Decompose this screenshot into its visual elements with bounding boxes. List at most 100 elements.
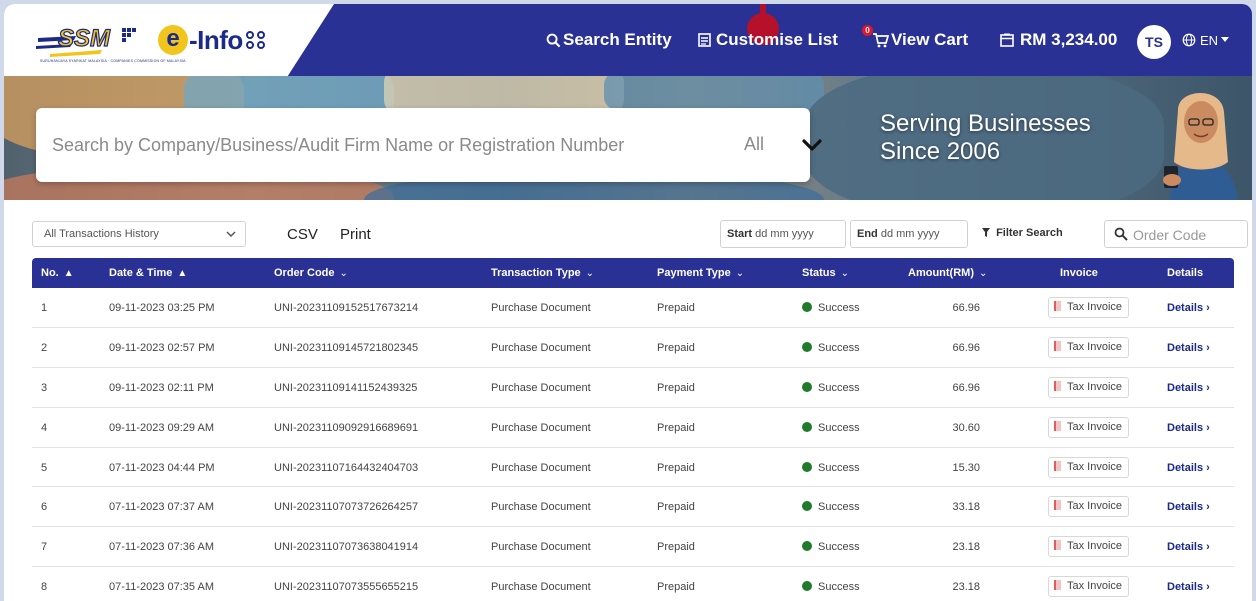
cell-no: 6 — [41, 501, 48, 514]
wallet-balance[interactable]: RM 3,234.00 — [1000, 4, 1117, 76]
logo-area: SSM SURUHANJAYA SYARIKAT MALAYSIA · COMP… — [4, 4, 334, 76]
nav-view-cart[interactable]: 0 View Cart — [862, 4, 968, 76]
table-row[interactable]: 3 09-11-2023 02:11 PM UNI-20231109141152… — [32, 368, 1234, 408]
details-link[interactable]: Details › — [1167, 541, 1210, 553]
cell-amount: 23.18 — [952, 581, 980, 594]
col-header-date[interactable]: Date & Time ▲ — [109, 267, 187, 279]
wallet-balance-value: RM 3,234.00 — [1020, 30, 1118, 49]
cell-payment-type: Prepaid — [657, 581, 695, 594]
chevron-down-icon[interactable] — [800, 135, 824, 155]
pdf-icon — [1054, 340, 1061, 351]
pdf-icon — [1054, 580, 1061, 591]
entity-search-input[interactable] — [52, 130, 672, 160]
user-avatar[interactable]: TS — [1137, 25, 1171, 59]
tax-invoice-button[interactable]: Tax Invoice — [1048, 376, 1130, 398]
tax-invoice-label: Tax Invoice — [1067, 420, 1123, 433]
csv-export-button[interactable]: CSV — [287, 226, 318, 243]
cell-payment-type: Prepaid — [657, 421, 695, 434]
nav-search-entity[interactable]: Search Entity — [546, 4, 672, 76]
chevron-right-icon: › — [1206, 501, 1210, 514]
status-success-dot — [802, 302, 812, 312]
chevron-right-icon: › — [1206, 461, 1210, 474]
cell-date-time: 07-11-2023 07:35 AM — [109, 581, 214, 594]
tax-invoice-button[interactable]: Tax Invoice — [1048, 536, 1130, 558]
chevron-down-icon: ⌄ — [840, 268, 850, 279]
search-icon — [1114, 227, 1128, 241]
tax-invoice-button[interactable]: Tax Invoice — [1048, 416, 1130, 438]
table-row[interactable]: 8 07-11-2023 07:35 AM UNI-20231107073555… — [32, 567, 1234, 601]
details-link[interactable]: Details › — [1167, 581, 1210, 593]
table-row[interactable]: 1 09-11-2023 03:25 PM UNI-20231109152517… — [32, 288, 1234, 328]
table-row[interactable]: 7 07-11-2023 07:36 AM UNI-20231107073638… — [32, 527, 1234, 568]
cell-date-time: 07-11-2023 04:44 PM — [109, 461, 215, 474]
cell-transaction-type: Purchase Document — [491, 581, 591, 594]
cell-amount: 30.60 — [952, 421, 980, 434]
cell-transaction-type: Purchase Document — [491, 381, 591, 394]
col-header-amount[interactable]: Amount(RM) ⌄ — [908, 267, 987, 279]
cell-status: Success — [802, 302, 860, 314]
transaction-history-select[interactable]: All Transactions History — [32, 221, 246, 247]
start-date-input[interactable]: Start dd mm yyyy — [720, 220, 846, 248]
col-header-no[interactable]: No. ▲ — [41, 267, 74, 279]
tax-invoice-label: Tax Invoice — [1067, 301, 1123, 313]
nav-customise-list[interactable]: Customise List — [698, 4, 838, 76]
details-link[interactable]: Details › — [1167, 462, 1210, 474]
order-code-input[interactable] — [1133, 225, 1243, 244]
language-selector[interactable]: EN — [1182, 4, 1230, 76]
cell-status: Success — [802, 381, 860, 394]
details-link[interactable]: Details › — [1167, 422, 1210, 434]
col-header-type[interactable]: Transaction Type ⌄ — [491, 267, 594, 279]
col-header-order[interactable]: Order Code ⌄ — [274, 267, 348, 279]
col-header-details: Details — [1167, 267, 1204, 279]
status-success-dot — [802, 381, 812, 392]
filter-search-button[interactable]: Filter Search — [982, 227, 1063, 239]
tax-invoice-button[interactable]: Tax Invoice — [1048, 336, 1130, 358]
cell-order-code: UNI-20231107073638041914 — [274, 541, 419, 554]
cell-amount: 66.96 — [952, 341, 980, 354]
table-row[interactable]: 4 09-11-2023 09:29 AM UNI-20231109092916… — [32, 408, 1234, 448]
tax-invoice-button[interactable]: Tax Invoice — [1048, 456, 1130, 478]
cell-payment-type: Prepaid — [657, 541, 695, 554]
details-label: Details — [1167, 581, 1204, 594]
tax-invoice-button[interactable]: Tax Invoice — [1048, 496, 1130, 518]
transaction-history-value: All Transactions History — [44, 228, 159, 240]
table-row[interactable]: 5 07-11-2023 04:44 PM UNI-20231107164432… — [32, 448, 1234, 488]
cell-date-time: 09-11-2023 09:29 AM — [109, 421, 214, 434]
col-header-type-label: Transaction Type — [491, 267, 581, 279]
globe-icon — [1182, 33, 1196, 47]
search-scope-value[interactable]: All — [744, 134, 764, 155]
status-label: Success — [818, 461, 860, 474]
end-date-placeholder: dd mm yyyy — [880, 228, 940, 240]
col-header-status[interactable]: Status ⌄ — [802, 267, 849, 279]
end-date-input[interactable]: End dd mm yyyy — [850, 220, 968, 248]
einfo-logo[interactable]: e -Info — [158, 22, 266, 58]
cell-status: Success — [802, 341, 860, 354]
filter-icon — [982, 228, 990, 237]
cell-payment-type: Prepaid — [657, 381, 695, 394]
pdf-icon — [1054, 500, 1061, 511]
details-link[interactable]: Details › — [1167, 501, 1210, 513]
list-icon — [698, 33, 711, 47]
start-date-label: Start — [727, 228, 753, 240]
col-header-payment[interactable]: Payment Type ⌄ — [657, 267, 744, 279]
cell-date-time: 09-11-2023 02:11 PM — [109, 381, 214, 394]
col-header-payment-label: Payment Type — [657, 267, 731, 279]
details-label: Details — [1167, 541, 1204, 554]
tax-invoice-button[interactable]: Tax Invoice — [1048, 576, 1130, 598]
table-row[interactable]: 2 09-11-2023 02:57 PM UNI-20231109145721… — [32, 328, 1234, 368]
cart-icon — [873, 33, 889, 48]
start-date-placeholder: dd mm yyyy — [755, 228, 814, 240]
cell-status: Success — [802, 501, 860, 513]
search-icon — [546, 33, 561, 47]
status-success-dot — [802, 341, 812, 352]
table-row[interactable]: 6 07-11-2023 07:37 AM UNI-20231107073726… — [32, 487, 1234, 528]
tax-invoice-button[interactable]: Tax Invoice — [1048, 297, 1130, 318]
details-link[interactable]: Details › — [1167, 302, 1210, 314]
details-link[interactable]: Details › — [1167, 382, 1210, 394]
cell-order-code: UNI-20231109152517673214 — [274, 302, 419, 314]
transactions-table: No. ▲ Date & Time ▲ Order Code ⌄ Transactio… — [32, 258, 1234, 601]
print-button[interactable]: Print — [340, 226, 371, 243]
cell-date-time: 09-11-2023 03:25 PM — [109, 302, 215, 314]
details-link[interactable]: Details › — [1167, 342, 1210, 354]
cell-status: Success — [802, 541, 860, 553]
